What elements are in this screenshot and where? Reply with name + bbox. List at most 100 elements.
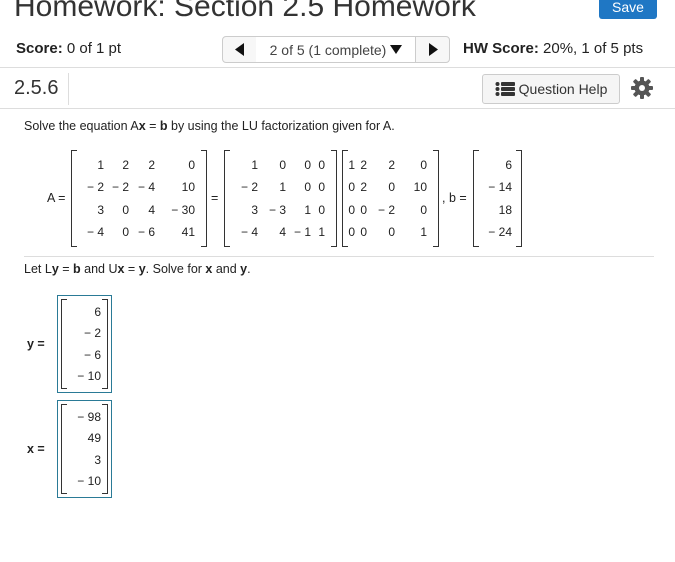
matrix-cell: 6 [505,158,512,173]
score-label: Score: [16,40,63,57]
x-answer-box[interactable]: − 98 49 3 − 10 [57,400,112,498]
next-question-button[interactable] [415,36,450,63]
matrix-cell: 0 [318,158,325,173]
matrix-cell: − 98 [77,409,101,424]
let-text-part: = [124,262,139,276]
hw-score: HW Score: 20%, 1 of 5 pts [463,40,643,57]
matrix-cell: − 14 [488,180,512,195]
matrix-cell: − 2 [111,180,129,195]
x-label: x = [27,442,45,456]
matrix-cell: − 2 [86,180,104,195]
caret-left-icon [234,43,244,56]
matrix-cell: 2 [122,158,129,173]
matrix-cell: 0 [304,158,311,173]
matrix-cell: 0 [360,202,367,217]
y-answer-box[interactable]: 6 − 2 − 6 − 10 [57,295,112,393]
gear-icon[interactable] [631,77,653,99]
vector-b: 6 − 14 18 − 24 [473,150,522,247]
hw-score-label: HW Score: [463,40,539,57]
matrix-cell: 10 [181,180,195,195]
matrix-cell: 49 [87,431,101,446]
caret-down-icon [390,45,403,54]
let-text-part: . Solve for [145,262,206,276]
matrix-cell: − 2 [377,202,395,217]
instruction-part: b [159,119,168,133]
instruction-part: by using the LU factorization given for … [167,119,395,133]
matrix-cell: 0 [122,224,129,239]
question-number: 2.5.6 [14,77,59,99]
matrix-cell: − 4 [240,224,258,239]
matrix-cell: 1 [420,224,427,239]
matrix-cell: 0 [318,180,325,195]
matrix-cell: 0 [122,202,129,217]
matrix-cell: − 10 [77,369,101,384]
save-button[interactable]: Save [599,0,657,19]
let-text: Let Ly = b and Ux = y. Solve for x and y… [24,262,251,276]
matrix-cell: 0 [420,158,427,173]
question-selector[interactable]: 2 of 5 (1 complete) [256,36,416,63]
matrix-cell: 1 [348,158,355,173]
matrix-cell: 0 [360,224,367,239]
matrix-cell: 0 [304,180,311,195]
matrix-cell: − 24 [488,224,512,239]
divider [68,73,69,105]
matrix-cell: 1 [97,158,104,173]
matrix-cell: 1 [318,224,325,239]
let-text-part: Let L [24,262,52,276]
matrix-cell: 4 [148,202,155,217]
matrix-cell: − 4 [86,224,104,239]
matrix-cell: 2 [360,158,367,173]
matrix-l: 1 0 0 0− 2 1 0 0 3− 3 1 0− 4 4− 11 [224,150,337,247]
matrix-cell: 1 [304,202,311,217]
y-values: 6 − 2 − 6 − 10 [62,301,101,387]
let-text-part: b [73,262,81,276]
y-label: y = [27,337,45,351]
matrix-cell: 0 [388,224,395,239]
matrix-cell: − 2 [240,180,258,195]
matrix-cell: − 10 [77,474,101,489]
list-icon [495,82,515,96]
matrix-cell: − 2 [83,326,101,341]
score: Score: 0 of 1 pt [16,40,121,57]
matrix-cell: 41 [181,224,195,239]
x-values: − 98 49 3 − 10 [62,406,101,492]
matrix-cell: 0 [388,180,395,195]
previous-question-button[interactable] [222,36,257,63]
x-vector: − 98 49 3 − 10 [61,404,108,494]
matrix-cell: 3 [251,202,258,217]
question-help-label: Question Help [518,81,608,97]
instruction-part: Solve the equation A [24,119,139,133]
instruction-part: = [145,119,160,133]
let-text-part: y [138,262,146,276]
question-bar: 2.5.6 Question Help [0,69,675,109]
matrix-cell: − 4 [137,180,155,195]
instruction-text: Solve the equation Ax = b by using the L… [24,119,395,133]
matrix-cell: 0 [420,202,427,217]
matrix-cell: 1 [251,158,258,173]
matrix-cell: − 3 [268,202,286,217]
matrix-cell: 2 [360,180,367,195]
score-bar: Score: 0 of 1 pt 2 of 5 (1 complete) HW … [0,30,675,68]
matrix-cell: 2 [148,158,155,173]
matrix-cell: − 1 [293,224,311,239]
hw-score-value: 20%, 1 of 5 pts [543,40,644,57]
y-vector: 6 − 2 − 6 − 10 [61,299,108,389]
matrix-a-label: A = [47,191,66,205]
matrix-cell: 1 [279,180,286,195]
let-text-part: y [51,262,59,276]
vector-b-label: , b = [442,191,467,205]
question-selector-label: 2 of 5 (1 complete) [269,41,387,58]
matrix-cell: − 6 [137,224,155,239]
score-value: 0 of 1 pt [66,40,122,57]
question-help-button[interactable]: Question Help [482,74,620,104]
matrix-cell: 3 [94,452,101,467]
matrix-cell: 0 [348,202,355,217]
matrix-cell: 10 [413,180,427,195]
matrix-cell: − 30 [171,202,195,217]
matrix-cell: 0 [188,158,195,173]
matrix-a: 1 2 2 0 − 2 − 2 − 4 10 3 0 4 − 30 − 4 0 − 6 41 [71,150,207,247]
matrix-cell: 0 [348,180,355,195]
matrix-cell: 6 [94,304,101,319]
matrix-cell: 3 [97,202,104,217]
instruction-part: x [138,119,146,133]
